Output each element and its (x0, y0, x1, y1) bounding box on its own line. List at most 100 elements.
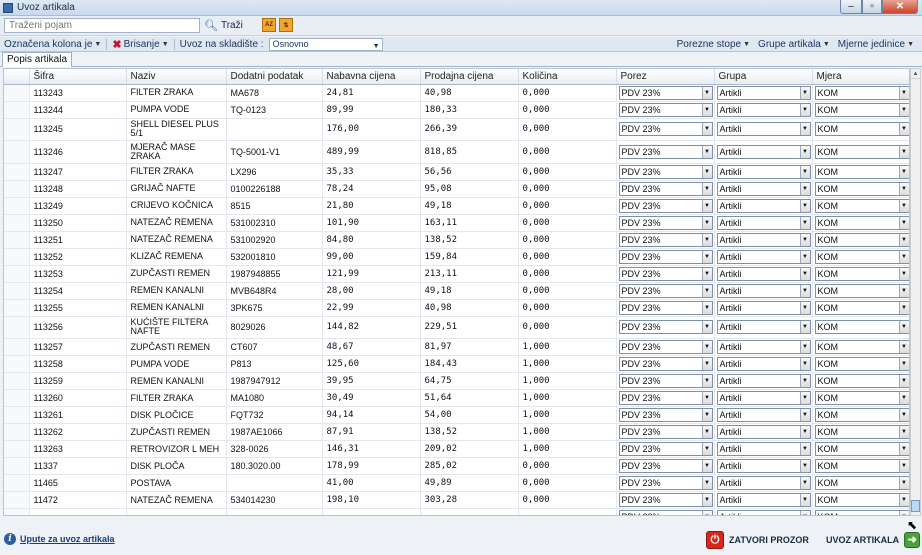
chevron-down-icon[interactable]: ▼ (799, 477, 810, 489)
cell-extra[interactable]: 8515 (226, 197, 323, 215)
close-form-button[interactable]: ⏻ ZATVORI PROZOR (706, 530, 809, 550)
cell-buy-price[interactable]: 28,00 (322, 282, 421, 300)
cell-name[interactable]: REMEN KANALNI (126, 299, 227, 317)
cell-quantity[interactable]: 0,000 (518, 265, 617, 283)
chevron-down-icon[interactable]: ▼ (898, 250, 909, 263)
cell-code[interactable]: 113255 (29, 299, 127, 317)
group-combo[interactable]: Artikli▼ (716, 215, 811, 230)
unit-combo[interactable]: KOM▼ (814, 102, 909, 117)
tax-combo[interactable]: PDV 23%▼ (618, 459, 713, 473)
cell-buy-price[interactable]: 21,80 (322, 197, 421, 215)
cell-sell-price[interactable]: 818,85 (420, 140, 519, 164)
tax-combo[interactable]: PDV 23%▼ (618, 300, 713, 315)
tax-combo[interactable]: PDV 23%▼ (618, 357, 713, 371)
chevron-down-icon[interactable]: ▼ (799, 341, 810, 353)
group-combo[interactable]: Artikli▼ (716, 391, 811, 405)
unit-combo[interactable]: KOM▼ (814, 425, 909, 439)
chevron-down-icon[interactable]: ▼ (799, 301, 810, 314)
cell-sell-price[interactable]: 51,64 (420, 389, 519, 407)
cell-sell-price[interactable]: 285,02 (420, 457, 519, 475)
cell-extra[interactable] (226, 508, 323, 515)
cell-buy-price[interactable]: 39,95 (322, 372, 421, 390)
cell-name[interactable]: PUMPA VODE (126, 101, 227, 119)
chevron-down-icon[interactable]: ▼ (701, 165, 712, 178)
chevron-down-icon[interactable]: ▼ (799, 250, 810, 263)
cell-buy-price[interactable]: 176,00 (322, 118, 421, 141)
chevron-down-icon[interactable]: ▼ (701, 426, 712, 438)
cell-code[interactable]: 113245 (29, 118, 127, 141)
tax-combo[interactable]: PDV 23%▼ (618, 85, 713, 100)
cell-buy-price[interactable]: 78,24 (322, 180, 421, 198)
column-header-unit[interactable]: Mjera (812, 69, 909, 85)
cell-extra[interactable]: 1987AE1066 (226, 423, 323, 441)
cell-name[interactable]: ZUPČASTI REMEN (126, 338, 227, 356)
table-row[interactable]: 11337 DISK PLOČA 180.3020.00 178,99 285,02 0,… (4, 457, 909, 475)
chevron-down-icon[interactable]: ▼ (799, 358, 810, 370)
cell-sell-price[interactable]: 163,11 (420, 214, 519, 232)
cell-extra[interactable] (226, 474, 323, 492)
cell-sell-price[interactable]: 56,56 (420, 163, 519, 181)
cell-name[interactable]: DISK PLOČA (126, 457, 227, 475)
cell-code[interactable]: 11472 (29, 491, 127, 509)
unit-combo[interactable]: KOM▼ (814, 510, 909, 515)
cell-extra[interactable]: CT607 (226, 338, 323, 356)
chevron-down-icon[interactable]: ▼ (898, 511, 909, 515)
chevron-down-icon[interactable]: ▼ (701, 511, 712, 515)
help-link[interactable]: Upute za uvoz artikala (20, 534, 115, 544)
cell-quantity[interactable]: 1,000 (518, 406, 617, 424)
sort-az-icon[interactable]: AZ (262, 18, 276, 32)
cell-name[interactable]: CRIJEVO KOČNICA (126, 197, 227, 215)
chevron-down-icon[interactable]: ▼ (701, 460, 712, 472)
cell-sell-price[interactable]: 303,28 (420, 491, 519, 509)
cell-code[interactable]: 113261 (29, 406, 127, 424)
unit-combo[interactable]: KOM▼ (814, 442, 909, 456)
cell-code[interactable]: 113257 (29, 338, 127, 356)
chevron-down-icon[interactable]: ▼ (701, 443, 712, 455)
chevron-down-icon[interactable]: ▼ (701, 182, 712, 195)
table-row[interactable]: 113255 REMEN KANALNI 3PK675 22,99 40,98 0,000… (4, 299, 909, 317)
chevron-down-icon[interactable]: ▼ (898, 233, 909, 246)
import-articles-button[interactable]: UVOZ ARTIKALA ➜ (826, 530, 921, 550)
table-row[interactable]: 113257 ZUPČASTI REMEN CT607 48,67 81,97 1,000… (4, 338, 909, 356)
chevron-down-icon[interactable]: ▼ (898, 267, 909, 280)
cell-extra[interactable]: FQT732 (226, 406, 323, 424)
cell-extra[interactable]: TQ-5001-V1 (226, 140, 323, 164)
column-header-sell-price[interactable]: Prodajna cijena (420, 69, 519, 85)
chevron-down-icon[interactable]: ▼ (701, 145, 712, 158)
cell-quantity[interactable]: 0,000 (518, 180, 617, 198)
cell-extra[interactable]: 180.3020.00 (226, 457, 323, 475)
tax-combo[interactable]: PDV 23%▼ (618, 340, 713, 354)
chevron-down-icon[interactable]: ▼ (799, 321, 810, 334)
cell-extra[interactable] (226, 118, 323, 141)
chevron-down-icon[interactable]: ▼ (799, 216, 810, 229)
group-combo[interactable]: Artikli▼ (716, 144, 811, 159)
chevron-down-icon[interactable]: ▼ (701, 123, 712, 136)
cell-code[interactable]: 11465 (29, 474, 127, 492)
chevron-down-icon[interactable]: ▼ (898, 123, 909, 136)
cell-code[interactable]: 113248 (29, 180, 127, 198)
chevron-down-icon[interactable]: ▼ (799, 511, 810, 515)
chevron-down-icon[interactable]: ▼ (898, 301, 909, 314)
cell-sell-price[interactable]: 266,39 (420, 118, 519, 141)
cell-buy-price[interactable]: 198,10 (322, 491, 421, 509)
chevron-down-icon[interactable]: ▼ (701, 409, 712, 421)
table-row[interactable]: 113245 SHELL DIESEL PLUS 5/1 176,00 266,39 0… (4, 118, 909, 141)
cell-buy-price[interactable]: 89,99 (322, 101, 421, 119)
cell-name[interactable]: SHELL DIESEL PLUS 5/1 (126, 118, 227, 141)
table-row[interactable]: 113260 FILTER ZRAKA MA1080 30,49 51,64 1,000 P… (4, 389, 909, 407)
tax-combo[interactable]: PDV 23%▼ (618, 249, 713, 264)
group-combo[interactable]: Artikli▼ (716, 85, 811, 100)
cell-code[interactable]: 113252 (29, 248, 127, 266)
cell-name[interactable]: NATEZAČ REMENA (126, 491, 227, 509)
cell-code[interactable]: 113262 (29, 423, 127, 441)
tax-combo[interactable]: PDV 23%▼ (618, 198, 713, 213)
cell-code[interactable]: 113250 (29, 214, 127, 232)
column-header-quantity[interactable]: Količina (518, 69, 617, 85)
chevron-down-icon[interactable]: ▼ (799, 426, 810, 438)
tax-combo[interactable]: PDV 23%▼ (618, 320, 713, 335)
cell-quantity[interactable] (518, 508, 617, 515)
chevron-down-icon[interactable]: ▼ (701, 233, 712, 246)
chevron-down-icon[interactable]: ▼ (898, 216, 909, 229)
search-button[interactable]: 🔍︎ Traži (204, 18, 243, 33)
chevron-down-icon[interactable]: ▼ (701, 103, 712, 116)
